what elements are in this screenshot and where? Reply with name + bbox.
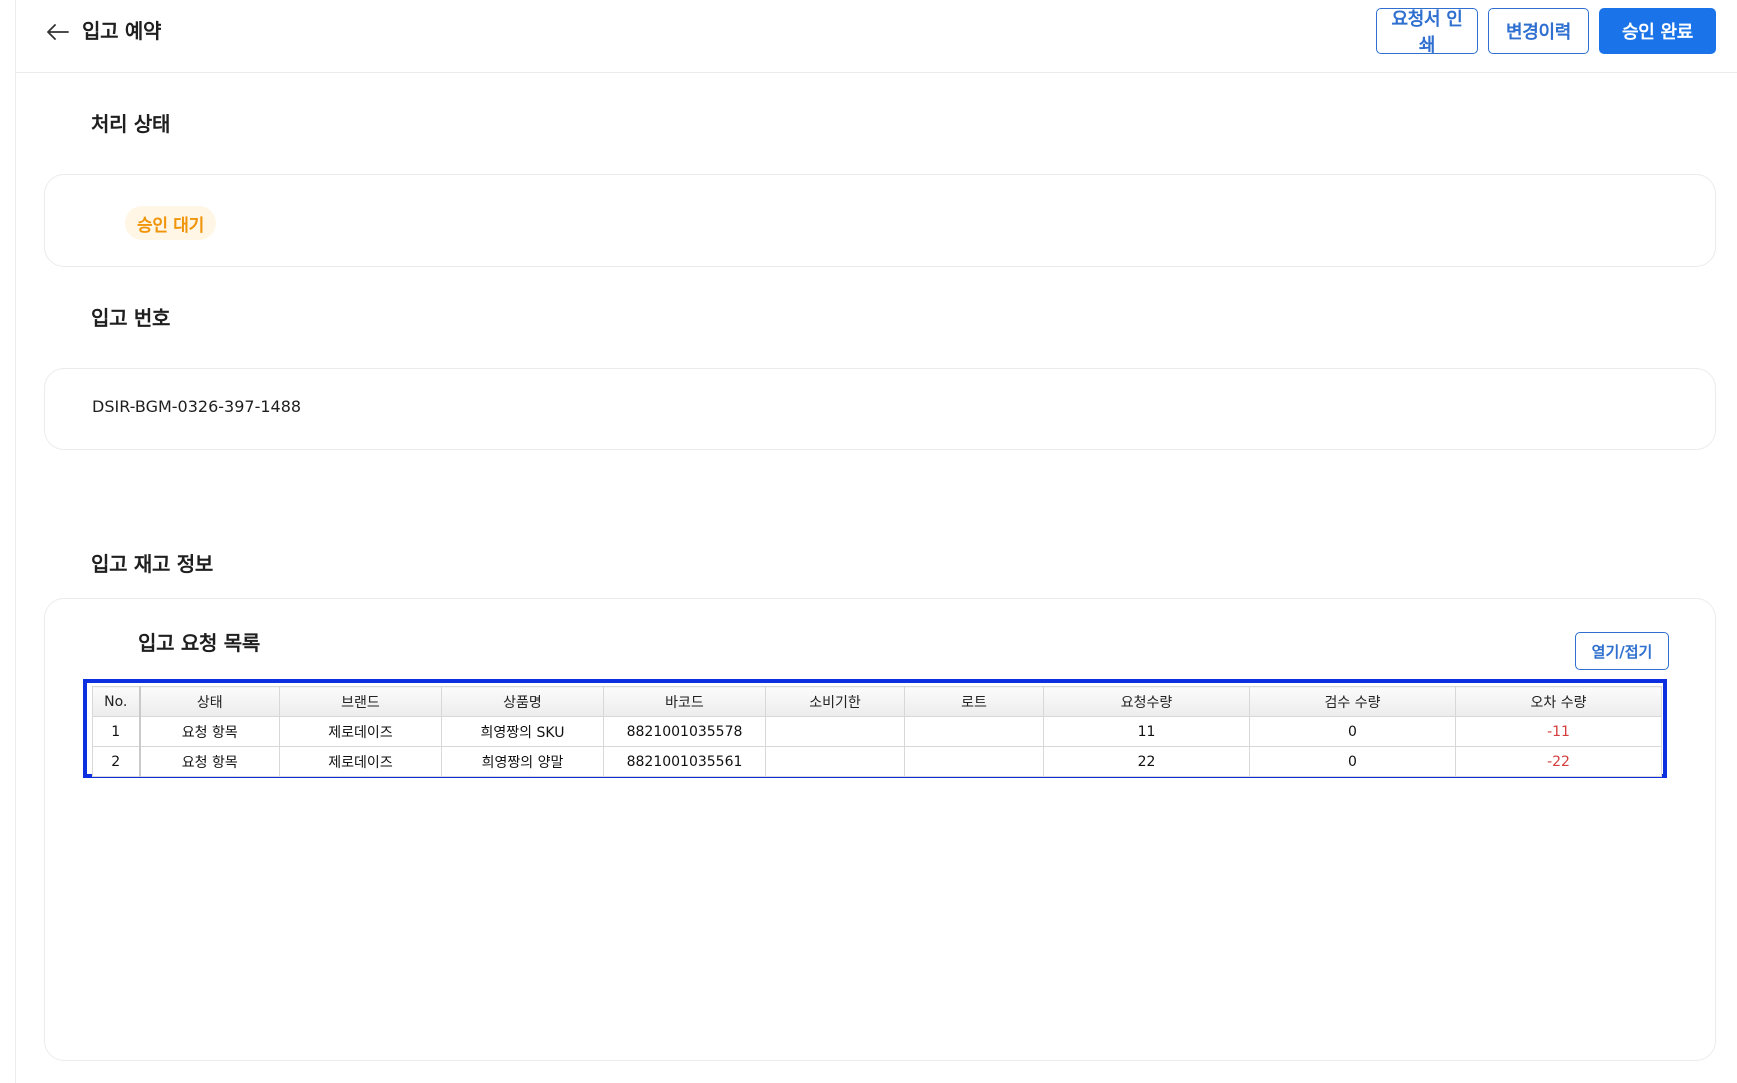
cell-lot bbox=[904, 716, 1044, 747]
number-card: DSIR-BGM-0326-397-1488 bbox=[44, 368, 1716, 450]
col-header-lot[interactable]: 로트 bbox=[904, 686, 1044, 717]
cell-status: 요청 항목 bbox=[139, 746, 280, 777]
inventory-card: 입고 요청 목록 열기/접기 No. 상태 브랜드 상품명 바코드 소비기한 로… bbox=[44, 598, 1716, 1061]
status-section-label: 처리 상태 bbox=[91, 112, 171, 136]
col-header-inspected-qty[interactable]: 검수 수량 bbox=[1249, 686, 1456, 717]
inbound-number-value: DSIR-BGM-0326-397-1488 bbox=[92, 397, 302, 416]
header-actions: 요청서 인쇄 변경이력 승인 완료 bbox=[1376, 8, 1716, 56]
cell-inspected-qty: 0 bbox=[1249, 746, 1456, 777]
cell-expiry bbox=[765, 716, 905, 747]
cell-diff-qty: -11 bbox=[1455, 716, 1662, 747]
approve-complete-button[interactable]: 승인 완료 bbox=[1599, 8, 1716, 54]
col-header-barcode[interactable]: 바코드 bbox=[603, 686, 766, 717]
cell-diff-qty: -22 bbox=[1455, 746, 1662, 777]
cell-status: 요청 항목 bbox=[139, 716, 280, 747]
col-header-expiry[interactable]: 소비기한 bbox=[765, 686, 905, 717]
top-bar: 입고 예약 요청서 인쇄 변경이력 승인 완료 bbox=[16, 0, 1737, 73]
cell-requested-qty: 22 bbox=[1043, 746, 1250, 777]
col-header-diff-qty[interactable]: 오차 수량 bbox=[1455, 686, 1662, 717]
table-header-row: No. 상태 브랜드 상품명 바코드 소비기한 로트 요청수량 검수 수량 오차… bbox=[92, 686, 1662, 717]
cell-no: 1 bbox=[92, 716, 141, 747]
cell-barcode: 8821001035578 bbox=[603, 716, 766, 747]
request-table-highlight: No. 상태 브랜드 상품명 바코드 소비기한 로트 요청수량 검수 수량 오차… bbox=[83, 679, 1667, 778]
request-table: No. 상태 브랜드 상품명 바코드 소비기한 로트 요청수량 검수 수량 오차… bbox=[92, 686, 1662, 777]
status-badge: 승인 대기 bbox=[125, 206, 216, 240]
col-header-no[interactable]: No. bbox=[92, 686, 141, 717]
cell-barcode: 8821001035561 bbox=[603, 746, 766, 777]
table-row[interactable]: 1 요청 항목 제로데이즈 희영짱의 SKU 8821001035578 11 … bbox=[92, 716, 1662, 747]
change-history-button[interactable]: 변경이력 bbox=[1488, 8, 1589, 54]
col-header-status[interactable]: 상태 bbox=[139, 686, 280, 717]
cell-product-name: 희영짱의 SKU bbox=[441, 716, 604, 747]
inventory-section-label: 입고 재고 정보 bbox=[91, 552, 213, 576]
request-list-title: 입고 요청 목록 bbox=[138, 631, 260, 655]
cell-lot bbox=[904, 746, 1044, 777]
cell-no: 2 bbox=[92, 746, 141, 777]
print-request-button[interactable]: 요청서 인쇄 bbox=[1376, 8, 1478, 56]
col-header-product-name[interactable]: 상품명 bbox=[441, 686, 604, 717]
col-header-requested-qty[interactable]: 요청수량 bbox=[1043, 686, 1250, 717]
inbound-reservation-page: 입고 예약 요청서 인쇄 변경이력 승인 완료 처리 상태 승인 대기 입고 번… bbox=[15, 0, 1737, 1083]
number-section-label: 입고 번호 bbox=[91, 306, 171, 330]
cell-product-name: 희영짱의 양말 bbox=[441, 746, 604, 777]
cell-brand: 제로데이즈 bbox=[279, 716, 442, 747]
table-row[interactable]: 2 요청 항목 제로데이즈 희영짱의 양말 8821001035561 22 0… bbox=[92, 746, 1662, 777]
cell-inspected-qty: 0 bbox=[1249, 716, 1456, 747]
back-arrow-icon[interactable] bbox=[44, 18, 72, 46]
cell-expiry bbox=[765, 746, 905, 777]
status-card: 승인 대기 bbox=[44, 174, 1716, 267]
page-title: 입고 예약 bbox=[82, 19, 162, 43]
col-header-brand[interactable]: 브랜드 bbox=[279, 686, 442, 717]
cell-brand: 제로데이즈 bbox=[279, 746, 442, 777]
cell-requested-qty: 11 bbox=[1043, 716, 1250, 747]
expand-collapse-button[interactable]: 열기/접기 bbox=[1575, 632, 1669, 670]
